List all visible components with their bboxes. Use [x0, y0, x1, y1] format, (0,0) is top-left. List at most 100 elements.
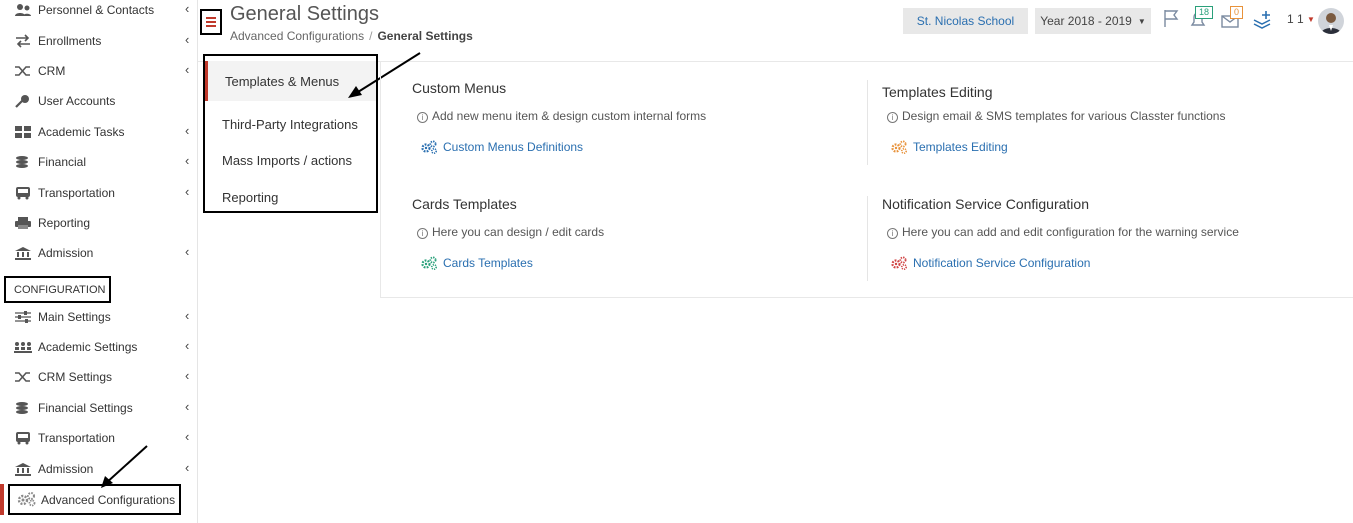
chevron-left-icon: ‹	[185, 153, 190, 168]
chevron-left-icon: ‹	[185, 123, 190, 138]
info-icon: i	[417, 228, 428, 239]
year-selector-button[interactable]: Year 2018 - 2019 ▼	[1035, 8, 1151, 34]
breadcrumb-link[interactable]: Advanced Configurations	[230, 29, 364, 43]
coins-icon	[14, 400, 32, 416]
column-divider	[867, 80, 868, 165]
templates-editing-link[interactable]: Templates Editing	[891, 140, 1008, 154]
sidebar-item-label: Main Settings	[38, 310, 111, 324]
sidebar-item-admission[interactable]: Admission ‹	[0, 239, 198, 267]
submenu-item-reporting[interactable]: Reporting	[205, 183, 376, 211]
chevron-left-icon: ‹	[185, 184, 190, 199]
user-number[interactable]: 1 1	[1287, 12, 1304, 26]
coins-icon	[14, 154, 32, 170]
layers-add-icon[interactable]	[1252, 8, 1274, 30]
breadcrumb-current: General Settings	[377, 29, 473, 43]
sidebar-item-label: CRM Settings	[38, 370, 113, 384]
people-icon	[14, 2, 32, 18]
key-icon	[14, 93, 32, 109]
sidebar-item-label: Financial	[38, 155, 87, 169]
info-icon: i	[887, 112, 898, 123]
sidebar-item-label: User Accounts	[38, 94, 116, 108]
institution-icon	[14, 245, 32, 261]
printer-icon	[14, 215, 32, 231]
link-label: Notification Service Configuration	[913, 256, 1091, 270]
grid-icon	[14, 124, 32, 140]
link-label: Cards Templates	[443, 256, 533, 270]
section-title-cards-templates: Cards Templates	[412, 196, 517, 212]
active-indicator	[0, 484, 4, 515]
chevron-left-icon: ‹	[185, 1, 190, 16]
sidebar-item-label: Reporting	[38, 216, 91, 230]
cogs-icon	[17, 491, 37, 512]
submenu-item-label: Templates & Menus	[225, 74, 340, 89]
chevron-left-icon: ‹	[185, 460, 190, 475]
info-icon: i	[887, 228, 898, 239]
section-desc: i Add new menu item & design custom inter…	[417, 109, 706, 123]
shuffle-icon	[14, 63, 32, 79]
sidebar-item-crm[interactable]: CRM ‹	[0, 57, 198, 85]
bus-icon	[14, 430, 32, 446]
custom-menus-definitions-link[interactable]: Custom Menus Definitions	[421, 140, 583, 154]
group-icon	[14, 339, 32, 355]
sidebar-item-label: Advanced Configurations	[41, 493, 176, 507]
sidebar-item-label: Admission	[38, 462, 94, 476]
sidebar-item-academic-tasks[interactable]: Academic Tasks ‹	[0, 118, 198, 146]
sidebar-item-label: Enrollments	[38, 34, 102, 48]
submenu-item-mass-imports[interactable]: Mass Imports / actions	[205, 146, 376, 174]
chevron-left-icon: ‹	[185, 308, 190, 323]
notification-service-link[interactable]: Notification Service Configuration	[891, 256, 1090, 270]
sidebar-item-label: Admission	[38, 246, 94, 260]
chevron-left-icon: ‹	[185, 368, 190, 383]
sidebar-item-label: Financial Settings	[38, 401, 133, 415]
info-icon: i	[417, 112, 428, 123]
sidebar-item-main-settings[interactable]: Main Settings ‹	[0, 303, 198, 331]
sidebar-item-enrollments[interactable]: Enrollments ‹	[0, 27, 198, 55]
breadcrumb-separator: /	[369, 29, 373, 43]
caret-down-icon[interactable]: ▼	[1307, 15, 1315, 24]
cards-templates-link[interactable]: Cards Templates	[421, 256, 533, 270]
column-divider	[867, 196, 868, 281]
hamburger-menu-button[interactable]	[200, 9, 222, 35]
sidebar-item-label: Academic Settings	[38, 340, 138, 354]
avatar[interactable]	[1318, 8, 1344, 34]
bus-icon	[14, 185, 32, 201]
chevron-left-icon: ‹	[185, 338, 190, 353]
school-selector-button[interactable]: St. Nicolas School	[903, 8, 1028, 34]
arrows-icon	[14, 33, 32, 49]
chevron-left-icon: ‹	[185, 399, 190, 414]
section-desc: i Here you can add and edit configuration…	[887, 225, 1239, 239]
notifications-badge: 18	[1195, 6, 1214, 19]
sidebar-item-financial-settings[interactable]: Financial Settings ‹	[0, 394, 198, 422]
breadcrumb: Advanced Configurations / General Settings	[230, 29, 473, 43]
chevron-left-icon: ‹	[185, 429, 190, 444]
sidebar-item-label: CRM	[38, 64, 66, 78]
section-title-templates-editing: Templates Editing	[882, 84, 993, 100]
submenu-item-third-party[interactable]: Third-Party Integrations	[205, 110, 376, 138]
year-label: Year 2018 - 2019	[1040, 14, 1132, 28]
link-label: Templates Editing	[913, 140, 1008, 154]
sidebar-item-label: Academic Tasks	[38, 125, 125, 139]
chevron-left-icon: ‹	[185, 244, 190, 259]
cogs-icon	[421, 140, 437, 154]
sidebar-item-label: Personnel & Contacts	[38, 3, 155, 17]
sidebar-item-crm-settings[interactable]: CRM Settings ‹	[0, 363, 198, 391]
sidebar-item-transportation[interactable]: Transportation ‹	[0, 179, 198, 207]
sidebar-item-reporting[interactable]: Reporting	[0, 209, 198, 237]
messages-badge: 0	[1230, 6, 1244, 19]
section-title-notification-service: Notification Service Configuration	[882, 196, 1089, 212]
link-label: Custom Menus Definitions	[443, 140, 584, 154]
shuffle-icon	[14, 369, 32, 385]
sidebar-item-financial[interactable]: Financial ‹	[0, 148, 198, 176]
cogs-icon	[891, 256, 907, 270]
chevron-left-icon: ‹	[185, 32, 190, 47]
sidebar-item-user-accounts[interactable]: User Accounts	[0, 87, 198, 115]
cogs-icon	[891, 140, 907, 154]
sidebar-item-personnel[interactable]: Personnel & Contacts ‹	[0, 0, 198, 24]
configuration-section-label: CONFIGURATION	[4, 276, 111, 303]
submenu-item-label: Third-Party Integrations	[222, 117, 358, 132]
sidebar-item-academic-settings[interactable]: Academic Settings ‹	[0, 333, 198, 361]
section-desc: i Design email & SMS templates for variou…	[887, 109, 1225, 123]
flag-icon[interactable]	[1162, 8, 1184, 30]
caret-down-icon: ▼	[1137, 16, 1146, 26]
institution-icon	[14, 461, 32, 477]
